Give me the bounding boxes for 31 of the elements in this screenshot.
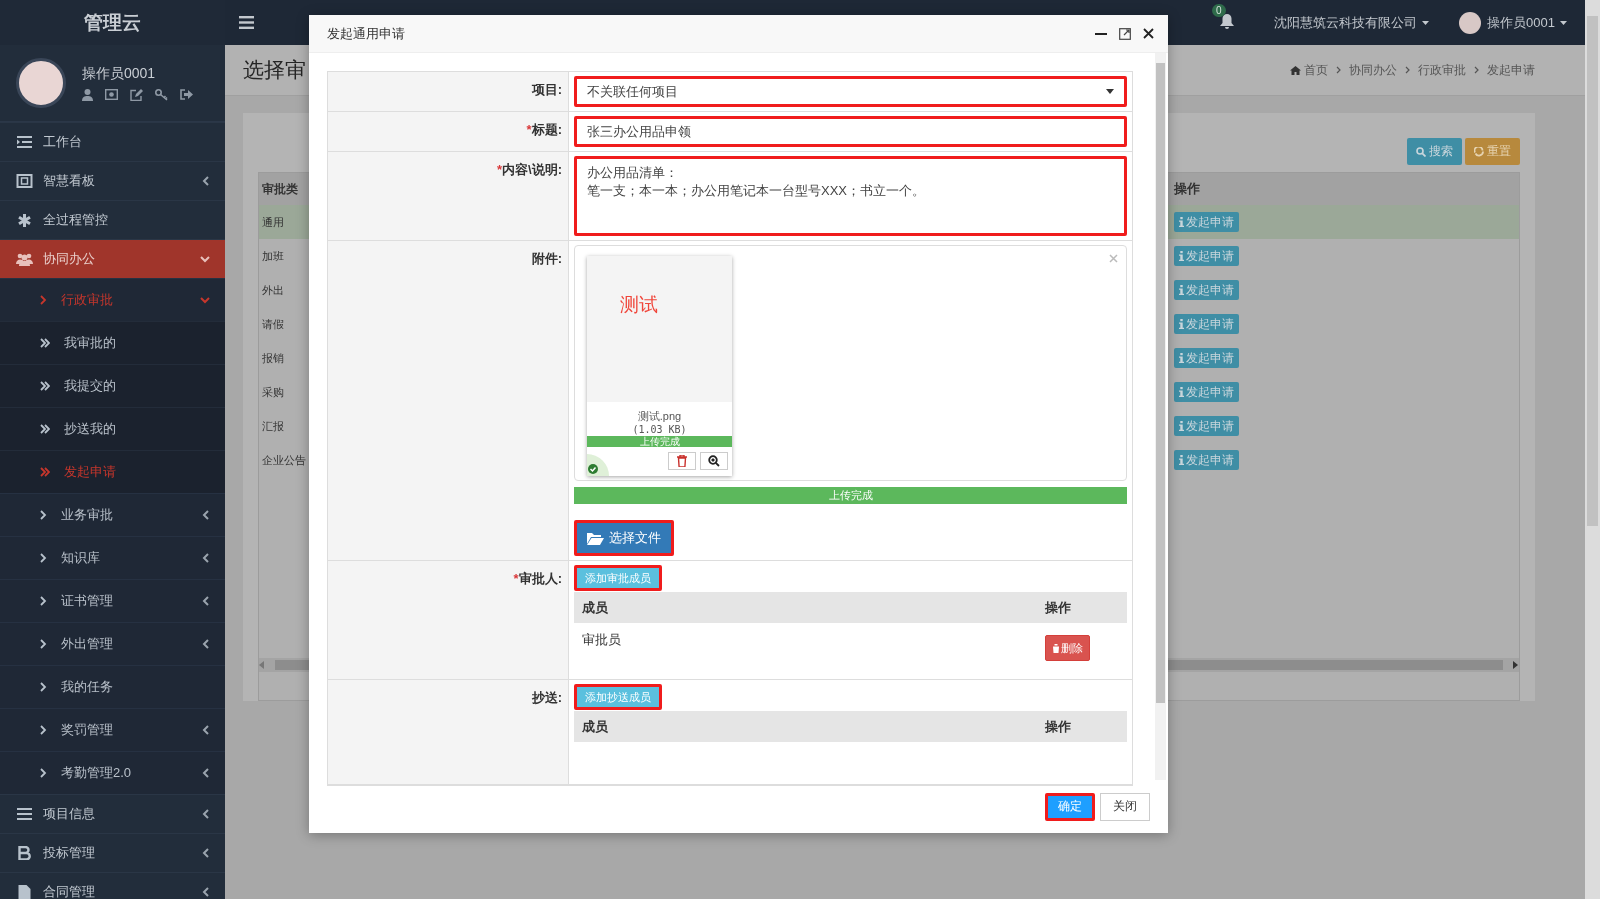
column-header: 操作 — [1045, 717, 1072, 736]
column-header: 审批类 — [261, 180, 299, 198]
file-size: (1.03 KB) — [631, 424, 688, 435]
field-label: 项目: — [531, 82, 562, 97]
table-cell-text: 审批员 — [582, 631, 622, 649]
file-progress-text: 上传完成 — [638, 436, 681, 447]
column-header: 操作 — [1045, 598, 1072, 617]
brand-logo: 管理云 — [0, 0, 225, 45]
user-name: 操作员0001 — [82, 65, 157, 83]
column-header: 操作 — [1174, 180, 1201, 198]
field-label: *审批人: — [513, 571, 562, 586]
file-name: 测试.png — [636, 409, 683, 424]
field-label: *标题: — [526, 122, 562, 137]
table-cell-text: 加班 — [261, 248, 285, 264]
notification-badge: 0 — [1212, 3, 1226, 17]
upload-progress-text: 上传完成 — [827, 488, 874, 503]
column-header: 成员 — [582, 598, 609, 617]
field-label: *内容\说明: — [497, 162, 562, 177]
table-cell-text: 报销 — [261, 350, 285, 366]
table-cell-text: 外出 — [261, 282, 285, 298]
table-cell-text: 企业公告 — [261, 452, 307, 468]
file-thumbnail: 测试 — [587, 256, 732, 402]
table-cell-text: 请假 — [261, 316, 285, 332]
field-label: 附件: — [531, 251, 562, 266]
table-cell-text: 采购 — [261, 384, 285, 400]
dialog-title: 发起通用申请 — [327, 24, 406, 43]
table-cell-text: 汇报 — [261, 418, 285, 434]
field-label: 抄送: — [531, 690, 562, 705]
column-header: 成员 — [582, 717, 609, 736]
table-cell-text: 通用 — [261, 214, 285, 230]
page-title: 选择审 — [243, 57, 306, 83]
